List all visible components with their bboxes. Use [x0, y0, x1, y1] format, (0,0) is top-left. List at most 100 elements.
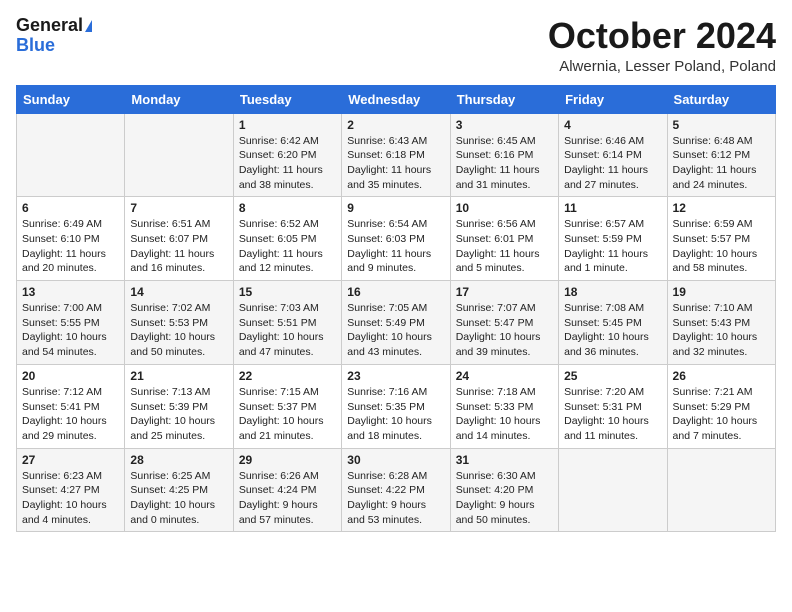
day-number: 27 [22, 453, 119, 467]
calendar-cell: 1Sunrise: 6:42 AM Sunset: 6:20 PM Daylig… [233, 113, 341, 197]
day-info: Sunrise: 6:45 AM Sunset: 6:16 PM Dayligh… [456, 134, 553, 193]
day-number: 6 [22, 201, 119, 215]
calendar-cell: 6 Sunrise: 6:49 AM Sunset: 6:10 PM Daylig… [17, 197, 125, 281]
page-header: General Blue October 2024 Alwernia, Less… [16, 16, 776, 75]
day-number: 28 [130, 453, 227, 467]
day-info: Sunrise: 7:07 AM Sunset: 5:47 PM Dayligh… [456, 301, 553, 360]
calendar-cell: 21Sunrise: 7:13 AM Sunset: 5:39 PM Dayli… [125, 364, 233, 448]
day-info: Sunrise: 7:13 AM Sunset: 5:39 PM Dayligh… [130, 385, 227, 444]
weekday-header: Wednesday [342, 85, 450, 113]
calendar-cell: 5 Sunrise: 6:48 AM Sunset: 6:12 PM Daylig… [667, 113, 775, 197]
day-number: 9 [347, 201, 444, 215]
logo: General Blue [16, 16, 92, 56]
calendar-table: SundayMondayTuesdayWednesdayThursdayFrid… [16, 85, 776, 533]
day-number: 4 [564, 118, 661, 132]
calendar-body: 1Sunrise: 6:42 AM Sunset: 6:20 PM Daylig… [17, 113, 776, 532]
calendar-cell: 12 Sunrise: 6:59 AM Sunset: 5:57 PM Dayli… [667, 197, 775, 281]
day-number: 23 [347, 369, 444, 383]
calendar-cell: 24 Sunrise: 7:18 AM Sunset: 5:33 PM Dayli… [450, 364, 558, 448]
weekday-header: Thursday [450, 85, 558, 113]
calendar-subtitle: Alwernia, Lesser Poland, Poland [548, 58, 776, 75]
day-number: 14 [130, 285, 227, 299]
day-number: 24 [456, 369, 553, 383]
day-number: 12 [673, 201, 770, 215]
day-number: 30 [347, 453, 444, 467]
day-number: 19 [673, 285, 770, 299]
day-info: Sunrise: 7:15 AM Sunset: 5:37 PM Dayligh… [239, 385, 336, 444]
day-number: 22 [239, 369, 336, 383]
calendar-cell: 27 Sunrise: 6:23 AM Sunset: 4:27 PM Dayli… [17, 448, 125, 532]
calendar-cell: 15 Sunrise: 7:03 AM Sunset: 5:51 PM Dayli… [233, 281, 341, 365]
calendar-week-row: 20Sunrise: 7:12 AM Sunset: 5:41 PM Dayli… [17, 364, 776, 448]
day-info: Sunrise: 7:05 AM Sunset: 5:49 PM Dayligh… [347, 301, 444, 360]
calendar-cell: 25 Sunrise: 7:20 AM Sunset: 5:31 PM Dayli… [559, 364, 667, 448]
calendar-cell: 3 Sunrise: 6:45 AM Sunset: 6:16 PM Daylig… [450, 113, 558, 197]
day-info: Sunrise: 6:54 AM Sunset: 6:03 PM Dayligh… [347, 217, 444, 276]
day-number: 1 [239, 118, 336, 132]
day-info: Sunrise: 7:08 AM Sunset: 5:45 PM Dayligh… [564, 301, 661, 360]
title-area: October 2024 Alwernia, Lesser Poland, Po… [548, 16, 776, 75]
day-info: Sunrise: 6:48 AM Sunset: 6:12 PM Dayligh… [673, 134, 770, 193]
day-number: 13 [22, 285, 119, 299]
day-number: 2 [347, 118, 444, 132]
calendar-cell: 16 Sunrise: 7:05 AM Sunset: 5:49 PM Dayli… [342, 281, 450, 365]
day-number: 10 [456, 201, 553, 215]
calendar-cell [17, 113, 125, 197]
day-info: Sunrise: 6:51 AM Sunset: 6:07 PM Dayligh… [130, 217, 227, 276]
day-info: Sunrise: 6:56 AM Sunset: 6:01 PM Dayligh… [456, 217, 553, 276]
day-info: Sunrise: 6:46 AM Sunset: 6:14 PM Dayligh… [564, 134, 661, 193]
calendar-cell: 30Sunrise: 6:28 AM Sunset: 4:22 PM Dayli… [342, 448, 450, 532]
day-info: Sunrise: 6:26 AM Sunset: 4:24 PM Dayligh… [239, 469, 336, 528]
calendar-cell: 19 Sunrise: 7:10 AM Sunset: 5:43 PM Dayli… [667, 281, 775, 365]
day-number: 11 [564, 201, 661, 215]
day-info: Sunrise: 7:21 AM Sunset: 5:29 PM Dayligh… [673, 385, 770, 444]
day-number: 16 [347, 285, 444, 299]
day-info: Sunrise: 6:23 AM Sunset: 4:27 PM Dayligh… [22, 469, 119, 528]
day-info: Sunrise: 7:00 AM Sunset: 5:55 PM Dayligh… [22, 301, 119, 360]
calendar-cell: 13 Sunrise: 7:00 AM Sunset: 5:55 PM Dayli… [17, 281, 125, 365]
day-info: Sunrise: 7:16 AM Sunset: 5:35 PM Dayligh… [347, 385, 444, 444]
calendar-cell: 31 Sunrise: 6:30 AM Sunset: 4:20 PM Dayli… [450, 448, 558, 532]
day-info: Sunrise: 6:43 AM Sunset: 6:18 PM Dayligh… [347, 134, 444, 193]
calendar-cell [559, 448, 667, 532]
calendar-week-row: 27 Sunrise: 6:23 AM Sunset: 4:27 PM Dayli… [17, 448, 776, 532]
day-number: 7 [130, 201, 227, 215]
calendar-cell: 28 Sunrise: 6:25 AM Sunset: 4:25 PM Dayli… [125, 448, 233, 532]
calendar-cell: 23 Sunrise: 7:16 AM Sunset: 5:35 PM Dayli… [342, 364, 450, 448]
day-info: Sunrise: 7:20 AM Sunset: 5:31 PM Dayligh… [564, 385, 661, 444]
day-number: 3 [456, 118, 553, 132]
day-info: Sunrise: 7:02 AM Sunset: 5:53 PM Dayligh… [130, 301, 227, 360]
calendar-cell: 18 Sunrise: 7:08 AM Sunset: 5:45 PM Dayli… [559, 281, 667, 365]
day-number: 25 [564, 369, 661, 383]
logo-icon [85, 20, 92, 32]
day-number: 17 [456, 285, 553, 299]
day-info: Sunrise: 6:59 AM Sunset: 5:57 PM Dayligh… [673, 217, 770, 276]
weekday-header: Friday [559, 85, 667, 113]
day-info: Sunrise: 6:25 AM Sunset: 4:25 PM Dayligh… [130, 469, 227, 528]
day-info: Sunrise: 7:18 AM Sunset: 5:33 PM Dayligh… [456, 385, 553, 444]
calendar-title: October 2024 [548, 16, 776, 56]
weekday-header: Sunday [17, 85, 125, 113]
day-info: Sunrise: 7:03 AM Sunset: 5:51 PM Dayligh… [239, 301, 336, 360]
day-number: 20 [22, 369, 119, 383]
day-number: 8 [239, 201, 336, 215]
calendar-cell: 26 Sunrise: 7:21 AM Sunset: 5:29 PM Dayli… [667, 364, 775, 448]
day-info: Sunrise: 6:49 AM Sunset: 6:10 PM Dayligh… [22, 217, 119, 276]
logo-general-text: General [16, 16, 83, 36]
day-info: Sunrise: 7:10 AM Sunset: 5:43 PM Dayligh… [673, 301, 770, 360]
day-number: 29 [239, 453, 336, 467]
calendar-cell [125, 113, 233, 197]
day-number: 26 [673, 369, 770, 383]
calendar-week-row: 1Sunrise: 6:42 AM Sunset: 6:20 PM Daylig… [17, 113, 776, 197]
day-number: 18 [564, 285, 661, 299]
day-number: 31 [456, 453, 553, 467]
calendar-cell: 14 Sunrise: 7:02 AM Sunset: 5:53 PM Dayli… [125, 281, 233, 365]
day-number: 15 [239, 285, 336, 299]
weekday-header: Monday [125, 85, 233, 113]
calendar-cell: 17 Sunrise: 7:07 AM Sunset: 5:47 PM Dayli… [450, 281, 558, 365]
day-info: Sunrise: 6:30 AM Sunset: 4:20 PM Dayligh… [456, 469, 553, 528]
calendar-week-row: 13 Sunrise: 7:00 AM Sunset: 5:55 PM Dayli… [17, 281, 776, 365]
calendar-cell: 29 Sunrise: 6:26 AM Sunset: 4:24 PM Dayli… [233, 448, 341, 532]
day-number: 5 [673, 118, 770, 132]
calendar-header: SundayMondayTuesdayWednesdayThursdayFrid… [17, 85, 776, 113]
